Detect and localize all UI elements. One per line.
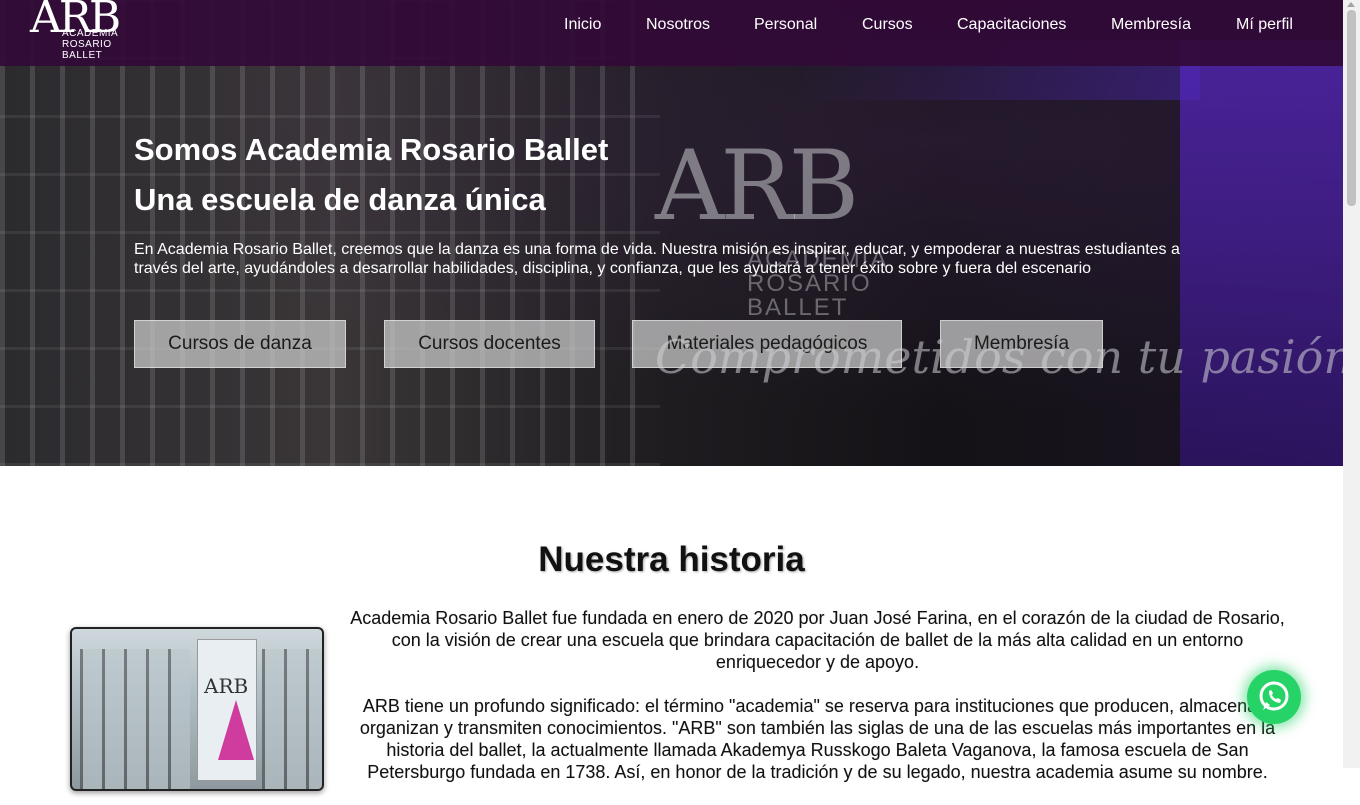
photo-poster-logo: ARB	[204, 674, 249, 698]
nav-cursos[interactable]: Cursos	[862, 16, 913, 34]
photo-window-left	[80, 649, 190, 789]
page-scrollbar[interactable]	[1343, 0, 1360, 768]
nav-membresia[interactable]: Membresía	[1111, 16, 1191, 34]
nav-personal[interactable]: Personal	[754, 16, 817, 34]
hero-background-bars	[0, 0, 660, 466]
hero-tagline: Comprometidos con tu pasión	[655, 330, 1343, 384]
nav-inicio[interactable]: Inicio	[564, 16, 601, 34]
background-logo: ARB ACADEMIA ROSARIO BALLET	[655, 130, 985, 320]
whatsapp-button[interactable]	[1247, 670, 1301, 724]
photo-window-right	[262, 649, 322, 789]
history-paragraph-1: Academia Rosario Ballet fue fundada en e…	[350, 608, 1285, 672]
scrollbar-thumb[interactable]	[1347, 10, 1356, 206]
logo-subtext: ACADEMIA ROSARIO BALLET	[62, 28, 118, 61]
top-navbar: ARB ACADEMIA ROSARIO BALLET Inicio Nosot…	[0, 0, 1343, 66]
nav-nosotros[interactable]: Nosotros	[646, 16, 710, 34]
whatsapp-icon	[1259, 681, 1289, 711]
cursos-de-danza-button[interactable]: Cursos de danza	[134, 320, 346, 368]
hero-title: Somos Academia Rosario Ballet Una escuel…	[134, 125, 608, 225]
cursos-docentes-button[interactable]: Cursos docentes	[384, 320, 595, 368]
history-text: Academia Rosario Ballet fue fundada en e…	[345, 607, 1290, 805]
nav-capacitaciones[interactable]: Capacitaciones	[957, 16, 1066, 34]
background-logo-text: ARB	[655, 130, 859, 242]
nav-mi-perfil[interactable]: Mí perfil	[1236, 16, 1293, 34]
hero-background-glow	[1180, 40, 1343, 466]
hero-title-line2: Una escuela de danza única	[134, 182, 546, 217]
history-paragraph-2: ARB tiene un profundo significado: el té…	[359, 696, 1276, 782]
history-title: Nuestra historia	[538, 540, 805, 579]
hero-section: ARB ACADEMIA ROSARIO BALLET Somos Academ…	[0, 0, 1343, 466]
photo-poster-triangle	[218, 700, 254, 760]
scroll-up-arrow[interactable]	[1347, 2, 1355, 7]
arb-logo[interactable]: ARB ACADEMIA ROSARIO BALLET	[30, 0, 160, 64]
hero-description: En Academia Rosario Ballet, creemos que …	[134, 241, 1180, 277]
photo-poster: ARB	[197, 639, 257, 781]
hero-title-line1: Somos Academia Rosario Ballet	[134, 132, 609, 167]
academy-photo: ARB	[70, 627, 324, 791]
